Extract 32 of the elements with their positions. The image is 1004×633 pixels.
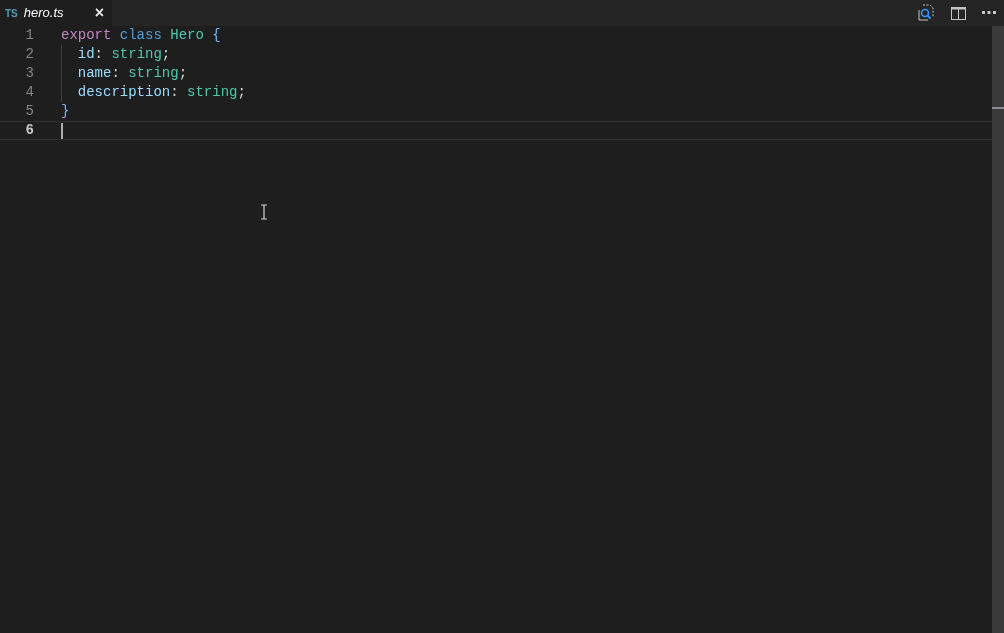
close-icon[interactable]: × (94, 5, 104, 21)
text-cursor-icon (260, 204, 268, 220)
code-token: string (128, 64, 179, 83)
code-token: { (212, 26, 221, 45)
scrollbar[interactable] (992, 26, 1004, 633)
line-number: 4 (24, 83, 34, 102)
code-token: string (187, 83, 238, 102)
split-editor-icon[interactable] (951, 6, 966, 20)
code-token: Hero (170, 26, 205, 45)
code-token: string (111, 45, 162, 64)
code-token: name (77, 64, 112, 83)
code-token: id (77, 45, 95, 64)
code-token: ; (161, 45, 171, 64)
search-icon[interactable] (917, 4, 935, 22)
code-token: export (61, 26, 113, 45)
code-token: : (170, 83, 180, 102)
code-token: ; (178, 64, 188, 83)
line-number: 6 (24, 121, 34, 140)
editor-tab[interactable]: TS hero.ts × (0, 0, 112, 26)
code-token: } (61, 102, 70, 121)
line-number: 1 (24, 26, 34, 45)
code-token: : (94, 45, 104, 64)
code-token: : (111, 64, 121, 83)
more-icon[interactable] (982, 11, 996, 15)
line-number: 5 (24, 102, 34, 121)
code-token: class (119, 26, 163, 45)
language-label: TS (5, 6, 18, 21)
code-token: ; (237, 83, 246, 102)
line-number: 2 (24, 45, 34, 64)
tab-title: hero.ts (23, 4, 64, 23)
code-token: description (77, 83, 171, 102)
line-number: 3 (24, 64, 34, 83)
